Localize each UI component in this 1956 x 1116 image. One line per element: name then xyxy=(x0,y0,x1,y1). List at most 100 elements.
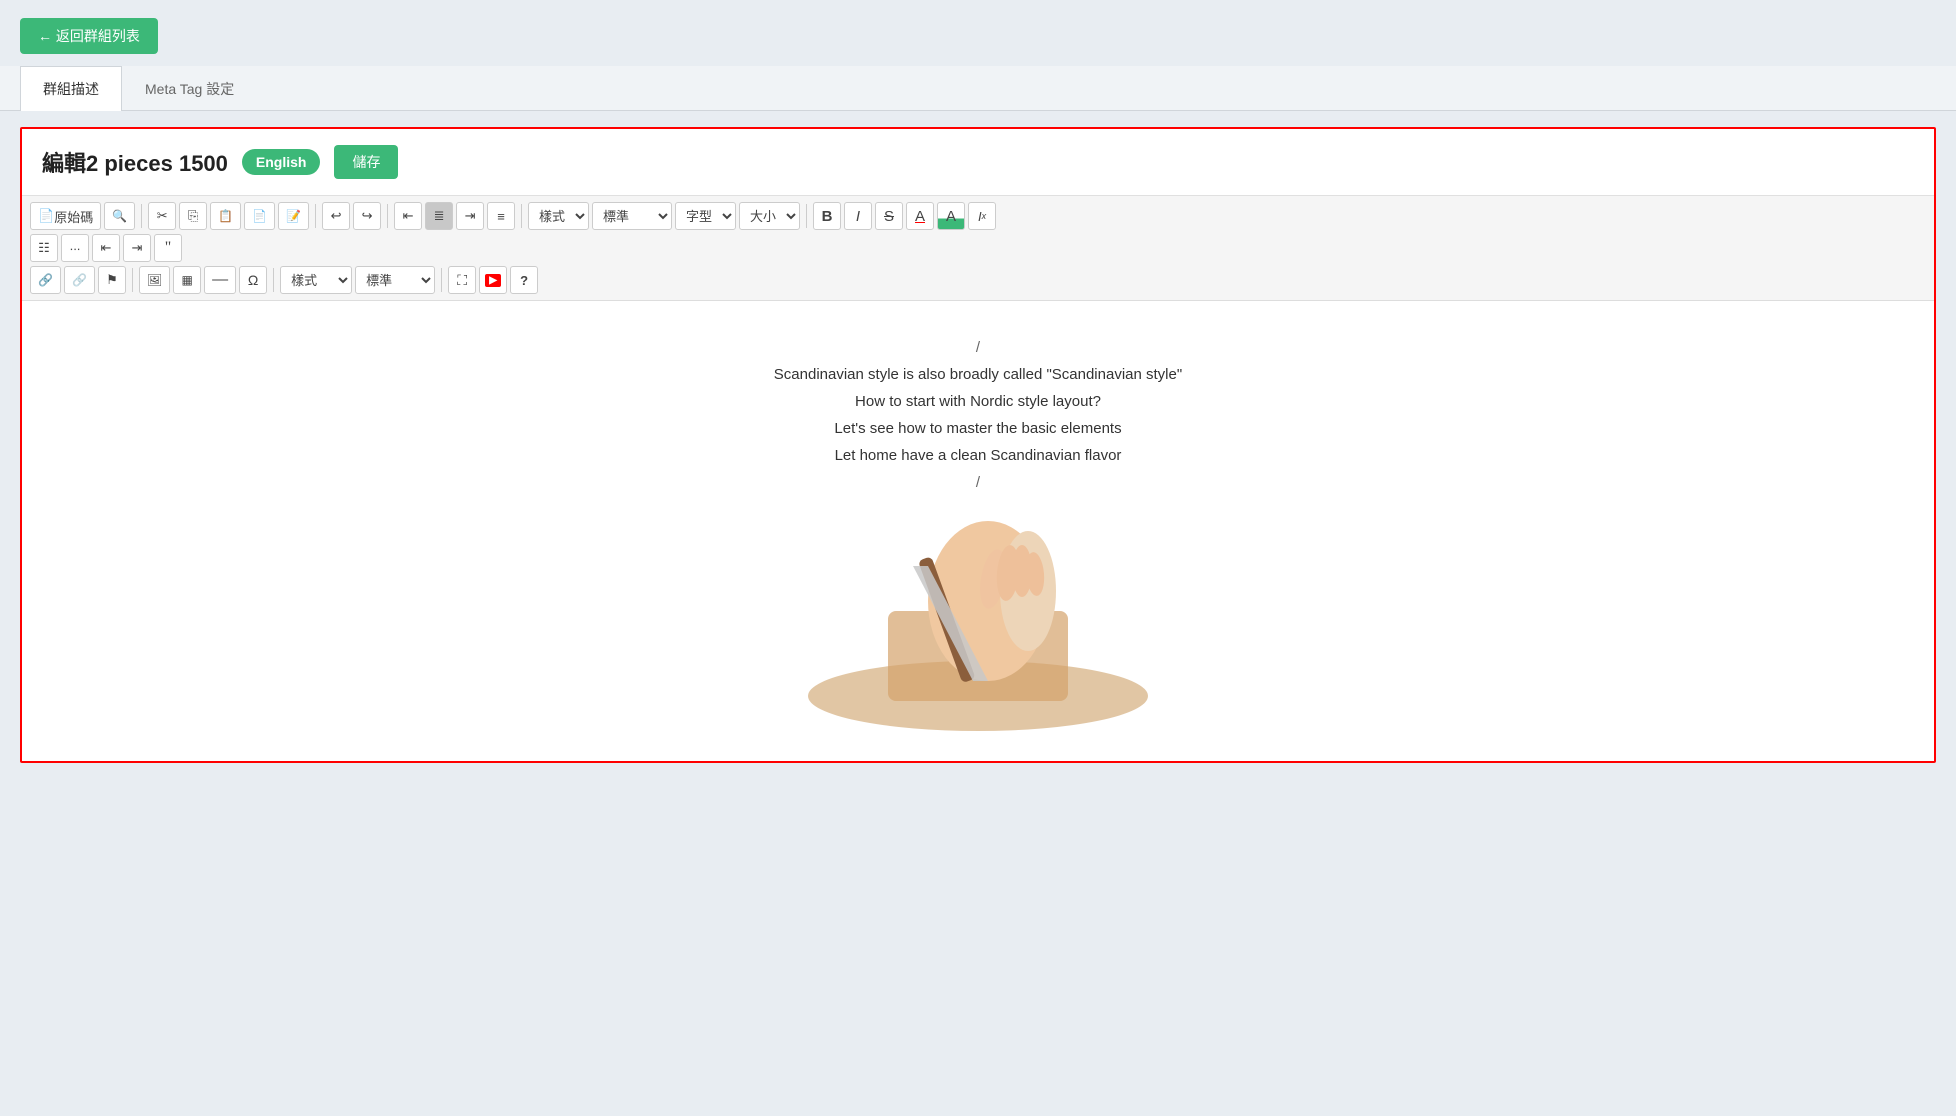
format-select[interactable]: 標準 xyxy=(592,202,672,230)
font-color-btn[interactable]: A xyxy=(906,202,934,230)
separator-4 xyxy=(521,204,522,228)
tabs-bar: 群組描述 Meta Tag 設定 xyxy=(0,66,1956,111)
separator-8 xyxy=(441,268,442,292)
separator-6 xyxy=(132,268,133,292)
cut-icon: ✂ xyxy=(157,208,168,224)
paste-word-icon: 📝 xyxy=(286,209,301,223)
separator-7 xyxy=(273,268,274,292)
paste-text-icon: 📄 xyxy=(252,209,267,223)
source-btn[interactable]: 📄 原始碼 xyxy=(30,202,101,230)
youtube-icon: ▶ xyxy=(485,274,501,287)
help-btn[interactable]: ? xyxy=(510,266,538,294)
paste-word-btn[interactable]: 📝 xyxy=(278,202,309,230)
top-bar: ← 返回群組列表 xyxy=(0,0,1956,66)
align-center-icon: ≣ xyxy=(434,208,445,224)
editor-line-1: Scandinavian style is also broadly calle… xyxy=(72,366,1884,383)
language-badge[interactable]: English xyxy=(242,149,321,175)
editor-slash-2: / xyxy=(72,474,1884,491)
undo-btn[interactable]: ↩ xyxy=(322,202,350,230)
illustration-svg xyxy=(768,511,1188,731)
clear-format-btn[interactable]: Ix xyxy=(968,202,996,230)
anchor-icon: ⚑ xyxy=(106,272,118,288)
redo-btn[interactable]: ↪ xyxy=(353,202,381,230)
file-icon: 📄 xyxy=(38,208,54,224)
editor-line-2: How to start with Nordic style layout? xyxy=(72,393,1884,410)
editor-slash-1: / xyxy=(72,339,1884,356)
image-btn[interactable]: 🖼 xyxy=(139,266,170,294)
align-center-btn[interactable]: ≣ xyxy=(425,202,453,230)
editor-container: 編輯2 pieces 1500 English 儲存 📄 原始碼 🔍 ✂ xyxy=(20,127,1936,763)
editor-title: 編輯2 pieces 1500 xyxy=(42,146,228,178)
table-icon: ▦ xyxy=(181,273,192,287)
paste-btn[interactable]: 📋 xyxy=(210,202,241,230)
source-label: 原始碼 xyxy=(54,207,93,226)
paste-icon: 📋 xyxy=(218,209,233,223)
ordered-list-btn[interactable]: ☷ xyxy=(30,234,58,262)
illustration-area xyxy=(72,511,1884,731)
fullscreen-btn[interactable]: ⛶ xyxy=(448,266,476,294)
bold-btn[interactable]: B xyxy=(813,202,841,230)
save-button[interactable]: 儲存 xyxy=(334,145,398,179)
indent-less-btn[interactable]: ⇤ xyxy=(92,234,120,262)
bg-color-btn[interactable]: A xyxy=(937,202,965,230)
editor-line-3: Let's see how to master the basic elemen… xyxy=(72,420,1884,437)
tab-metatag[interactable]: Meta Tag 設定 xyxy=(122,66,257,111)
cut-btn[interactable]: ✂ xyxy=(148,202,176,230)
toolbar-area: 📄 原始碼 🔍 ✂ ⎘ 📋 📄 xyxy=(22,196,1934,301)
redo-icon: ↪ xyxy=(362,208,373,224)
toolbar-row-2: ☷ ∙∙∙ ⇤ ⇥ " xyxy=(30,234,1926,262)
unordered-list-icon: ∙∙∙ xyxy=(70,241,81,256)
search-icon: 🔍 xyxy=(112,209,127,223)
image-icon: 🖼 xyxy=(147,273,162,287)
main-content: 編輯2 pieces 1500 English 儲存 📄 原始碼 🔍 ✂ xyxy=(0,111,1956,779)
copy-icon: ⎘ xyxy=(188,208,198,224)
indent-more-btn[interactable]: ⇥ xyxy=(123,234,151,262)
link-btn[interactable]: 🔗 xyxy=(30,266,61,294)
indent-more-icon: ⇥ xyxy=(132,240,143,256)
special-chars-btn[interactable]: Ω xyxy=(239,266,267,294)
font-select[interactable]: 字型 xyxy=(675,202,736,230)
editor-line-4: Let home have a clean Scandinavian flavo… xyxy=(72,447,1884,464)
tab-description[interactable]: 群組描述 xyxy=(20,66,122,111)
align-justify-btn[interactable]: ≡ xyxy=(487,202,515,230)
align-left-btn[interactable]: ⇤ xyxy=(394,202,422,230)
unordered-list-btn[interactable]: ∙∙∙ xyxy=(61,234,89,262)
style-select-2[interactable]: 樣式 xyxy=(280,266,352,294)
separator-1 xyxy=(141,204,142,228)
editor-header: 編輯2 pieces 1500 English 儲存 xyxy=(22,129,1934,196)
format-select-2[interactable]: 標準 xyxy=(355,266,435,294)
italic-btn[interactable]: I xyxy=(844,202,872,230)
align-right-btn[interactable]: ⇥ xyxy=(456,202,484,230)
paste-text-btn[interactable]: 📄 xyxy=(244,202,275,230)
unlink-btn[interactable]: 🔗 xyxy=(64,266,95,294)
unlink-icon: 🔗 xyxy=(72,273,87,287)
search-btn[interactable]: 🔍 xyxy=(104,202,135,230)
align-left-icon: ⇤ xyxy=(403,208,414,224)
ordered-list-icon: ☷ xyxy=(38,240,50,256)
align-right-icon: ⇥ xyxy=(465,208,476,224)
separator-3 xyxy=(387,204,388,228)
indent-less-icon: ⇤ xyxy=(101,240,112,256)
blockquote-btn[interactable]: " xyxy=(154,234,182,262)
link-icon: 🔗 xyxy=(38,273,53,287)
toolbar-row-1: 📄 原始碼 🔍 ✂ ⎘ 📋 📄 xyxy=(30,202,1926,230)
hr-btn[interactable]: — xyxy=(204,266,236,294)
undo-icon: ↩ xyxy=(331,208,342,224)
table-btn[interactable]: ▦ xyxy=(173,266,201,294)
align-justify-icon: ≡ xyxy=(497,209,505,224)
back-button[interactable]: ← 返回群組列表 xyxy=(20,18,158,54)
toolbar-row-3: 🔗 🔗 ⚑ 🖼 ▦ — Ω xyxy=(30,266,1926,294)
separator-5 xyxy=(806,204,807,228)
anchor-btn[interactable]: ⚑ xyxy=(98,266,126,294)
size-select[interactable]: 大小 xyxy=(739,202,800,230)
hr-icon: — xyxy=(212,271,228,289)
special-chars-icon: Ω xyxy=(248,272,258,288)
strike-btn[interactable]: S xyxy=(875,202,903,230)
copy-btn[interactable]: ⎘ xyxy=(179,202,207,230)
youtube-btn[interactable]: ▶ xyxy=(479,266,507,294)
fullscreen-icon: ⛶ xyxy=(457,272,467,289)
bg-color-icon: A xyxy=(946,208,956,225)
separator-2 xyxy=(315,204,316,228)
editor-body[interactable]: / Scandinavian style is also broadly cal… xyxy=(22,301,1934,761)
style-select[interactable]: 樣式 xyxy=(528,202,589,230)
